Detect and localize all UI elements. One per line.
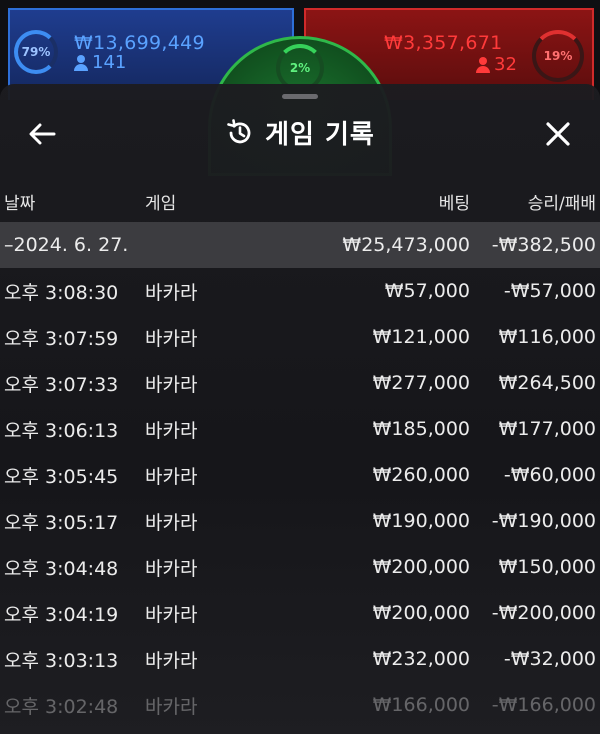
row-game: 바카라 <box>145 327 198 350</box>
row-winloss: ₩116,000 <box>498 326 596 348</box>
row-winloss: -₩32,000 <box>503 648 596 670</box>
row-time: 오후 3:05:45 <box>4 465 119 488</box>
page-title: 게임 기록 <box>265 120 375 150</box>
row-winloss: ₩150,000 <box>498 556 596 578</box>
table-row[interactable]: 오후 3:02:48 바카라 ₩166,000 -₩166,000 <box>0 682 600 728</box>
row-time: 오후 3:07:59 <box>4 327 119 350</box>
row-time: 오후 3:06:13 <box>4 419 119 442</box>
table-row[interactable]: 오후 3:04:19 바카라 ₩200,000 -₩200,000 <box>0 590 600 636</box>
row-time: 오후 3:07:33 <box>4 373 119 396</box>
close-icon <box>546 122 570 146</box>
banker-percent-ring: 19% <box>532 30 584 82</box>
row-bet: ₩121,000 <box>372 326 470 348</box>
row-bet: ₩200,000 <box>372 602 470 624</box>
drag-handle[interactable] <box>282 94 318 99</box>
sheet-header: 게임 기록 <box>0 108 600 160</box>
table-row[interactable]: 오후 3:07:33 바카라 ₩277,000 ₩264,500 <box>0 360 600 406</box>
table-row[interactable]: 오후 3:04:48 바카라 ₩200,000 ₩150,000 <box>0 544 600 590</box>
person-icon <box>476 56 490 73</box>
tie-percent: 2% <box>289 61 311 75</box>
table-row[interactable]: 오후 3:05:45 바카라 ₩260,000 -₩60,000 <box>0 452 600 498</box>
row-time: 오후 3:04:48 <box>4 557 119 580</box>
player-total-amount: ₩13,699,449 <box>74 32 205 54</box>
row-bet: ₩166,000 <box>372 694 470 716</box>
row-game: 바카라 <box>145 557 198 580</box>
summary-date: –2024. 6. 27. <box>4 234 129 256</box>
row-bet: ₩57,000 <box>384 280 470 302</box>
game-history-sheet: 게임 기록 날짜 게임 베팅 승리/패배 –2024. 6. 27. ₩25,4… <box>0 84 600 734</box>
row-winloss: ₩264,500 <box>498 372 596 394</box>
player-percent-ring: 79% <box>14 30 58 74</box>
table-row[interactable]: 오후 3:03:13 바카라 ₩232,000 -₩32,000 <box>0 636 600 682</box>
row-time: 오후 3:08:30 <box>4 281 119 304</box>
row-bet: ₩200,000 <box>372 556 470 578</box>
person-icon <box>74 54 88 71</box>
banker-total-amount: ₩3,357,671 <box>384 32 503 54</box>
player-count-value: 141 <box>92 52 127 73</box>
row-game: 바카라 <box>145 465 198 488</box>
column-header-bet: 베팅 <box>438 193 470 214</box>
row-winloss: -₩190,000 <box>491 510 596 532</box>
row-game: 바카라 <box>145 373 198 396</box>
row-winloss: -₩166,000 <box>491 694 596 716</box>
row-game: 바카라 <box>145 695 198 718</box>
row-time: 오후 3:02:48 <box>4 695 119 718</box>
row-time: 오후 3:03:13 <box>4 649 119 672</box>
date-summary-row[interactable]: –2024. 6. 27. ₩25,473,000 -₩382,500 <box>0 222 600 268</box>
row-winloss: -₩57,000 <box>503 280 596 302</box>
row-winloss: -₩200,000 <box>491 602 596 624</box>
row-winloss: ₩177,000 <box>498 418 596 440</box>
title-group: 게임 기록 <box>0 114 600 151</box>
row-game: 바카라 <box>145 603 198 626</box>
history-icon <box>227 118 251 143</box>
close-button[interactable] <box>540 118 576 150</box>
row-bet: ₩260,000 <box>372 464 470 486</box>
row-game: 바카라 <box>145 511 198 534</box>
table-header: 날짜 게임 베팅 승리/패배 <box>0 184 600 218</box>
banker-count: 32 <box>476 54 517 75</box>
row-bet: ₩277,000 <box>372 372 470 394</box>
row-bet: ₩232,000 <box>372 648 470 670</box>
column-header-date: 날짜 <box>4 193 36 214</box>
player-count: 141 <box>74 52 126 73</box>
summary-bet: ₩25,473,000 <box>342 234 470 256</box>
table-row[interactable]: 오후 3:05:17 바카라 ₩190,000 -₩190,000 <box>0 498 600 544</box>
row-winloss: -₩60,000 <box>503 464 596 486</box>
row-bet: ₩185,000 <box>372 418 470 440</box>
column-header-winloss: 승리/패배 <box>527 193 596 214</box>
row-game: 바카라 <box>145 649 198 672</box>
row-bet: ₩190,000 <box>372 510 470 532</box>
banker-count-value: 32 <box>494 54 517 75</box>
row-game: 바카라 <box>145 281 198 304</box>
row-game: 바카라 <box>145 419 198 442</box>
table-row[interactable]: 오후 3:06:13 바카라 ₩185,000 ₩177,000 <box>0 406 600 452</box>
summary-winloss: -₩382,500 <box>491 234 596 256</box>
table-row[interactable]: 오후 3:08:30 바카라 ₩57,000 -₩57,000 <box>0 268 600 314</box>
row-time: 오후 3:05:17 <box>4 511 119 534</box>
banker-percent: 19% <box>543 49 573 63</box>
row-time: 오후 3:04:19 <box>4 603 119 626</box>
history-table: 날짜 게임 베팅 승리/패배 –2024. 6. 27. ₩25,473,000… <box>0 184 600 728</box>
column-header-game: 게임 <box>145 193 177 214</box>
player-percent: 79% <box>21 45 51 59</box>
table-row[interactable]: 오후 3:07:59 바카라 ₩121,000 ₩116,000 <box>0 314 600 360</box>
